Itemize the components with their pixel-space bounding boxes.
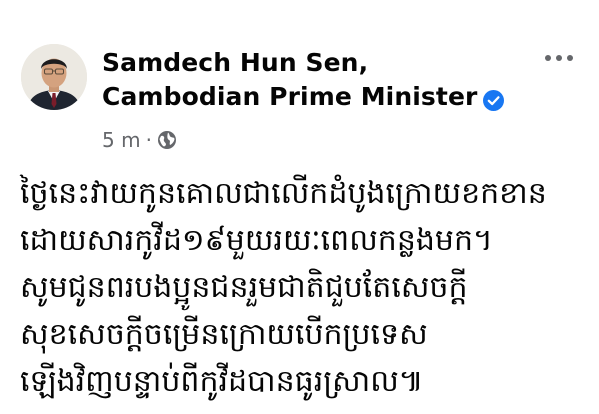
author-name[interactable]: Samdech Hun Sen, Cambodian Prime Ministe…: [102, 46, 505, 114]
post-meta: 5 m ·: [102, 126, 177, 154]
post-text-line: សុខសេចក្តីចម្រើនក្រោយបើកប្រទេស: [20, 317, 428, 352]
post-text-line: ថ្ងៃនេះវាយកូនគោលជាលើកដំបូងក្រោយខកខាន: [20, 176, 547, 211]
more-options-icon[interactable]: [543, 48, 575, 68]
author-avatar[interactable]: [21, 44, 87, 110]
post-text-line: ដោយសារកូវីដ១៩មួយរយៈពេលកន្លងមក។: [20, 223, 493, 258]
verified-badge-icon: [483, 86, 505, 111]
post-text-line: សូមជូនពរបងប្អូនជនរួមជាតិជួបតែសេចក្តី: [20, 270, 468, 305]
post-timestamp[interactable]: 5 m: [102, 128, 141, 152]
meta-separator: ·: [145, 128, 152, 152]
post-text-line: ឡើងវិញបន្ទាប់ពីកូវីដបានធូរស្រាល៕: [20, 364, 424, 399]
post-body: ថ្ងៃនេះវាយកូនគោលជាលើកដំបូងក្រោយខកខាន ដោយ…: [20, 170, 590, 405]
facebook-post: Samdech Hun Sen, Cambodian Prime Ministe…: [0, 0, 599, 414]
author-title[interactable]: Cambodian Prime Minister: [102, 82, 477, 111]
globe-icon[interactable]: [157, 130, 177, 150]
author-name-line-1[interactable]: Samdech Hun Sen,: [102, 46, 504, 80]
author-name-line-2[interactable]: Cambodian Prime Minister: [102, 80, 505, 114]
